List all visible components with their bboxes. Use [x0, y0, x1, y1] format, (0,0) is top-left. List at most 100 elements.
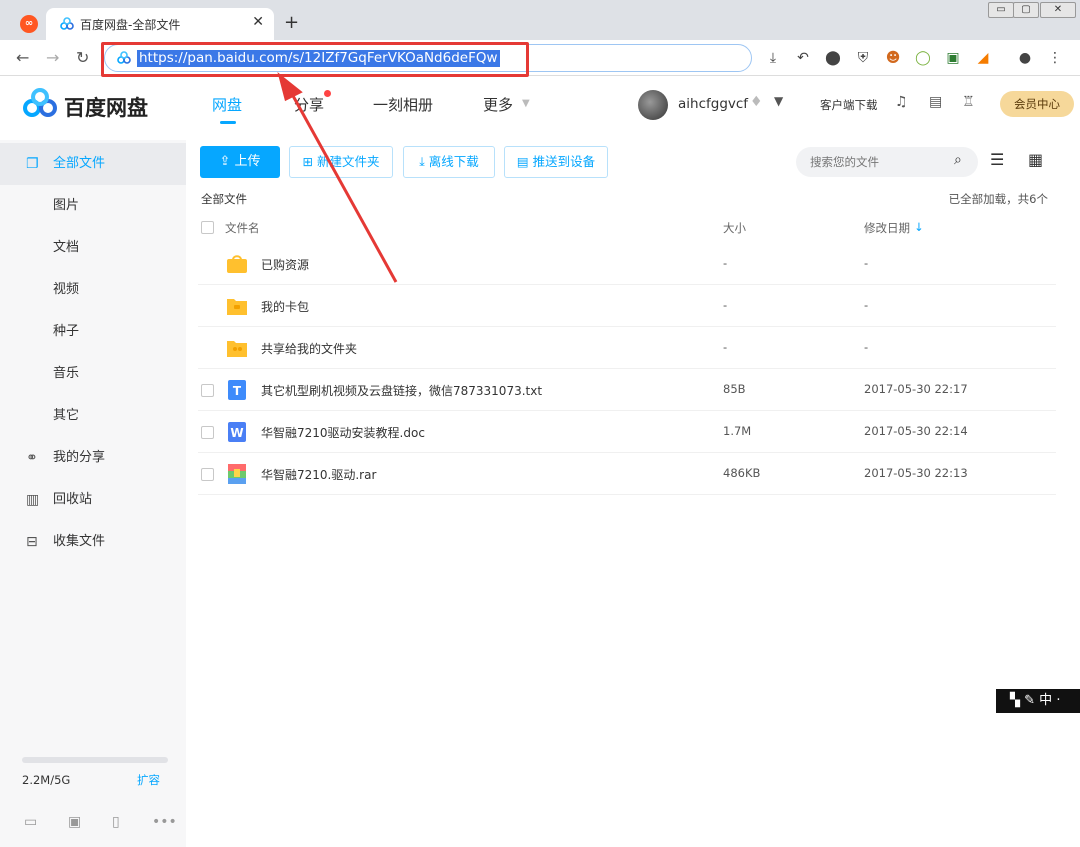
push-device-label: 推送到设备 — [532, 154, 596, 169]
nav-album[interactable]: 一刻相册 — [373, 94, 433, 115]
phone-icon[interactable]: ▯ — [112, 814, 120, 830]
sidebar-item-label: 文档 — [53, 240, 80, 255]
tablet-icon[interactable]: ▣ — [68, 814, 81, 830]
chevron-down-icon[interactable]: ▼ — [774, 94, 783, 108]
new-folder-label: 新建文件夹 — [316, 154, 380, 169]
save-extension-icon[interactable]: ▣ — [944, 50, 962, 66]
minimize-button[interactable]: ▭ — [988, 2, 1014, 18]
sidebar-item-recycle-bin[interactable]: ▥ 回收站 — [0, 479, 186, 521]
new-folder-button[interactable]: ⊞ 新建文件夹 — [289, 146, 393, 178]
close-window-button[interactable]: ✕ — [1040, 2, 1076, 18]
tab-close-icon[interactable]: ✕ — [252, 14, 264, 30]
apple-extension-icon[interactable]: ◯ — [914, 50, 932, 66]
file-name[interactable]: 共享给我的文件夹 — [261, 340, 357, 357]
vip-center-button[interactable]: 会员中心 — [1000, 91, 1074, 117]
baidu-pan-logo-icon — [23, 88, 57, 117]
reload-icon[interactable]: ↻ — [76, 48, 89, 67]
app-header: 百度网盘 网盘 分享 一刻相册 更多 ▼ aihcfggvcf ♦ ▼ 客户端下… — [0, 78, 1080, 132]
row-checkbox[interactable] — [201, 426, 214, 439]
file-name[interactable]: 已购资源 — [261, 256, 309, 273]
shared-folder-icon — [227, 341, 247, 357]
undo-icon[interactable]: ↶ — [794, 50, 812, 66]
tab-title: 百度网盘-全部文件 — [80, 18, 181, 32]
forward-arrow-icon[interactable]: → — [46, 48, 59, 67]
offline-download-label: 离线下载 — [428, 154, 479, 169]
select-all-checkbox[interactable] — [201, 221, 214, 234]
sidebar-item-others[interactable]: 其它 — [0, 395, 186, 437]
new-tab-button[interactable]: + — [284, 12, 299, 33]
monkey-extension-icon[interactable]: ☻ — [884, 50, 902, 66]
file-size: - — [723, 340, 728, 354]
more-dots-icon[interactable]: ••• — [152, 814, 177, 830]
brand-logo[interactable]: 百度网盘 — [22, 88, 148, 123]
sidebar-item-images[interactable]: 图片 — [0, 185, 186, 227]
table-row[interactable]: 已购资源 - - — [198, 243, 1056, 285]
sort-icon[interactable]: ☰ — [990, 150, 1004, 169]
row-checkbox[interactable] — [201, 468, 214, 481]
expand-storage-link[interactable]: 扩容 — [137, 772, 160, 788]
sidebar-item-music[interactable]: 音乐 — [0, 353, 186, 395]
nav-more[interactable]: 更多 — [483, 94, 513, 115]
file-name[interactable]: 华智融7210驱动安装教程.doc — [261, 424, 425, 441]
nav-netdisk[interactable]: 网盘 — [212, 94, 242, 115]
file-date: - — [864, 256, 869, 270]
download-icon[interactable]: ⤓ — [764, 50, 782, 66]
file-size: 1.7M — [723, 424, 752, 438]
bell-icon[interactable]: ♫ — [895, 94, 908, 110]
maximize-button[interactable]: ▢ — [1013, 2, 1039, 18]
clipboard-icon[interactable]: ▤ — [929, 94, 942, 110]
file-date: - — [864, 340, 869, 354]
upload-button[interactable]: ⇪ 上传 — [200, 146, 280, 178]
grid-view-icon[interactable]: ▦ — [1028, 150, 1043, 169]
desktop-icon[interactable]: ▭ — [24, 814, 37, 830]
menu-dots-icon[interactable]: ⋮ — [1046, 50, 1064, 66]
word-file-icon: W — [228, 422, 246, 442]
client-download-link[interactable]: 客户端下载 — [820, 97, 878, 113]
sidebar-item-torrents[interactable]: 种子 — [0, 311, 186, 353]
column-date[interactable]: 修改日期 — [864, 220, 910, 236]
search-input[interactable] — [796, 147, 978, 177]
sidebar-item-documents[interactable]: 文档 — [0, 227, 186, 269]
rss-icon[interactable]: ◢ — [974, 50, 992, 66]
row-checkbox[interactable] — [201, 384, 214, 397]
offline-download-button[interactable]: ⤓ 离线下载 — [403, 146, 495, 178]
collect-icon: ⊟ — [26, 534, 38, 550]
table-row[interactable]: 华智融7210.驱动.rar 486KB 2017-05-30 22:13 — [198, 453, 1056, 495]
table-row[interactable]: W 华智融7210驱动安装教程.doc 1.7M 2017-05-30 22:1… — [198, 411, 1056, 453]
breadcrumb[interactable]: 全部文件 — [201, 191, 247, 207]
table-row[interactable]: 我的卡包 - - — [198, 285, 1056, 327]
circle-extension-icon[interactable]: ⬤ — [824, 50, 842, 66]
table-row[interactable]: T 其它机型刷机视频及云盘链接，微信787331073.txt 85B 2017… — [198, 369, 1056, 411]
upload-icon: ⇪ — [219, 154, 231, 169]
file-name[interactable]: 我的卡包 — [261, 298, 309, 315]
browser-tab[interactable]: 百度网盘-全部文件 ✕ — [46, 8, 274, 40]
sort-arrow-icon[interactable]: ↓ — [914, 220, 924, 234]
search-icon[interactable]: ⌕ — [954, 152, 962, 168]
ime-indicator[interactable]: ▚ ✎ 中 · — [996, 689, 1080, 713]
avatar[interactable] — [638, 90, 668, 120]
file-name[interactable]: 其它机型刷机视频及云盘链接，微信787331073.txt — [261, 382, 542, 399]
table-header: 文件名 大小 修改日期 ↓ — [198, 214, 1056, 242]
push-device-button[interactable]: ▤ 推送到设备 — [504, 146, 608, 178]
file-date: 2017-05-30 22:14 — [864, 424, 968, 438]
purchased-folder-icon — [227, 255, 247, 273]
username[interactable]: aihcfggvcf — [678, 96, 748, 112]
shield-extension-icon[interactable]: ⛨ — [854, 50, 872, 66]
profile-icon[interactable]: ● — [1016, 50, 1034, 66]
diamond-icon[interactable]: ♦ — [750, 94, 763, 110]
column-size[interactable]: 大小 — [723, 220, 746, 236]
loaded-count-text: 已全部加载，共6个 — [948, 192, 1048, 206]
back-arrow-icon[interactable]: ← — [16, 48, 29, 67]
sidebar-item-my-shares[interactable]: ⚭ 我的分享 — [0, 437, 186, 479]
file-name[interactable]: 华智融7210.驱动.rar — [261, 466, 376, 483]
chevron-down-icon[interactable]: ▼ — [522, 98, 530, 109]
sidebar-item-collect-files[interactable]: ⊟ 收集文件 — [0, 521, 186, 563]
file-icon: ❐ — [26, 156, 39, 172]
browser-logo-icon: ∞ — [20, 15, 38, 33]
sidebar-item-videos[interactable]: 视频 — [0, 269, 186, 311]
nav-share[interactable]: 分享 — [294, 94, 324, 115]
tshirt-icon[interactable]: ♖ — [962, 94, 975, 110]
table-row[interactable]: 共享给我的文件夹 - - — [198, 327, 1056, 369]
sidebar-item-all-files[interactable]: ❐ 全部文件 — [0, 143, 186, 185]
column-name[interactable]: 文件名 — [225, 220, 260, 236]
